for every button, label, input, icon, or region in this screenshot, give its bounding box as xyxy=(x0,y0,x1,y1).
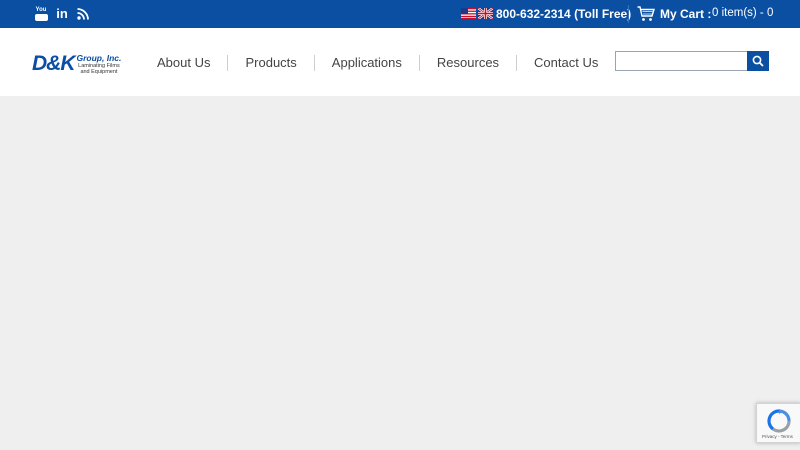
recaptcha-icon xyxy=(767,409,791,433)
search-icon xyxy=(752,55,764,67)
recaptcha-badge[interactable]: Privacy - Terms xyxy=(756,403,800,443)
youtube-label: You xyxy=(35,6,47,13)
phone-number[interactable]: 800-632-2314 (Toll Free) xyxy=(496,7,631,21)
logo-mark: D&K xyxy=(32,52,75,75)
logo-name: Group, Inc. xyxy=(76,53,122,63)
search-button[interactable] xyxy=(747,51,769,71)
cart-icon[interactable] xyxy=(637,6,655,27)
main-nav: About Us Products Applications Resources… xyxy=(140,55,615,71)
site-header: D&K Group, Inc. Laminating Films and Equ… xyxy=(0,28,800,96)
search-input[interactable] xyxy=(615,51,747,71)
cart-count[interactable]: 0 item(s) - 0 xyxy=(712,7,773,19)
youtube-icon[interactable]: You xyxy=(34,6,48,21)
recaptcha-footer[interactable]: Privacy - Terms xyxy=(762,434,793,439)
us-flag-icon[interactable] xyxy=(461,8,476,19)
nav-about-us[interactable]: About Us xyxy=(140,55,227,71)
nav-products[interactable]: Products xyxy=(228,55,313,71)
uk-flag-icon[interactable] xyxy=(478,8,493,19)
page-content xyxy=(0,96,800,450)
logo-text: Group, Inc. Laminating Films and Equipme… xyxy=(76,53,122,76)
company-logo[interactable]: D&K Group, Inc. Laminating Films and Equ… xyxy=(32,52,122,76)
linkedin-icon[interactable]: in xyxy=(55,6,69,21)
rss-icon[interactable] xyxy=(76,6,90,21)
nav-contact-us[interactable]: Contact Us xyxy=(517,55,615,71)
language-flags xyxy=(461,8,493,19)
logo-tagline-2: and Equipment xyxy=(80,69,118,75)
search-box xyxy=(615,51,769,71)
top-bar: You in 800-632-2314 (Toll Free) My Cart … xyxy=(0,0,800,28)
topbar-divider xyxy=(628,5,629,23)
cart-label[interactable]: My Cart : xyxy=(660,7,711,21)
nav-resources[interactable]: Resources xyxy=(420,55,516,71)
social-links: You in xyxy=(34,6,90,21)
nav-applications[interactable]: Applications xyxy=(315,55,419,71)
